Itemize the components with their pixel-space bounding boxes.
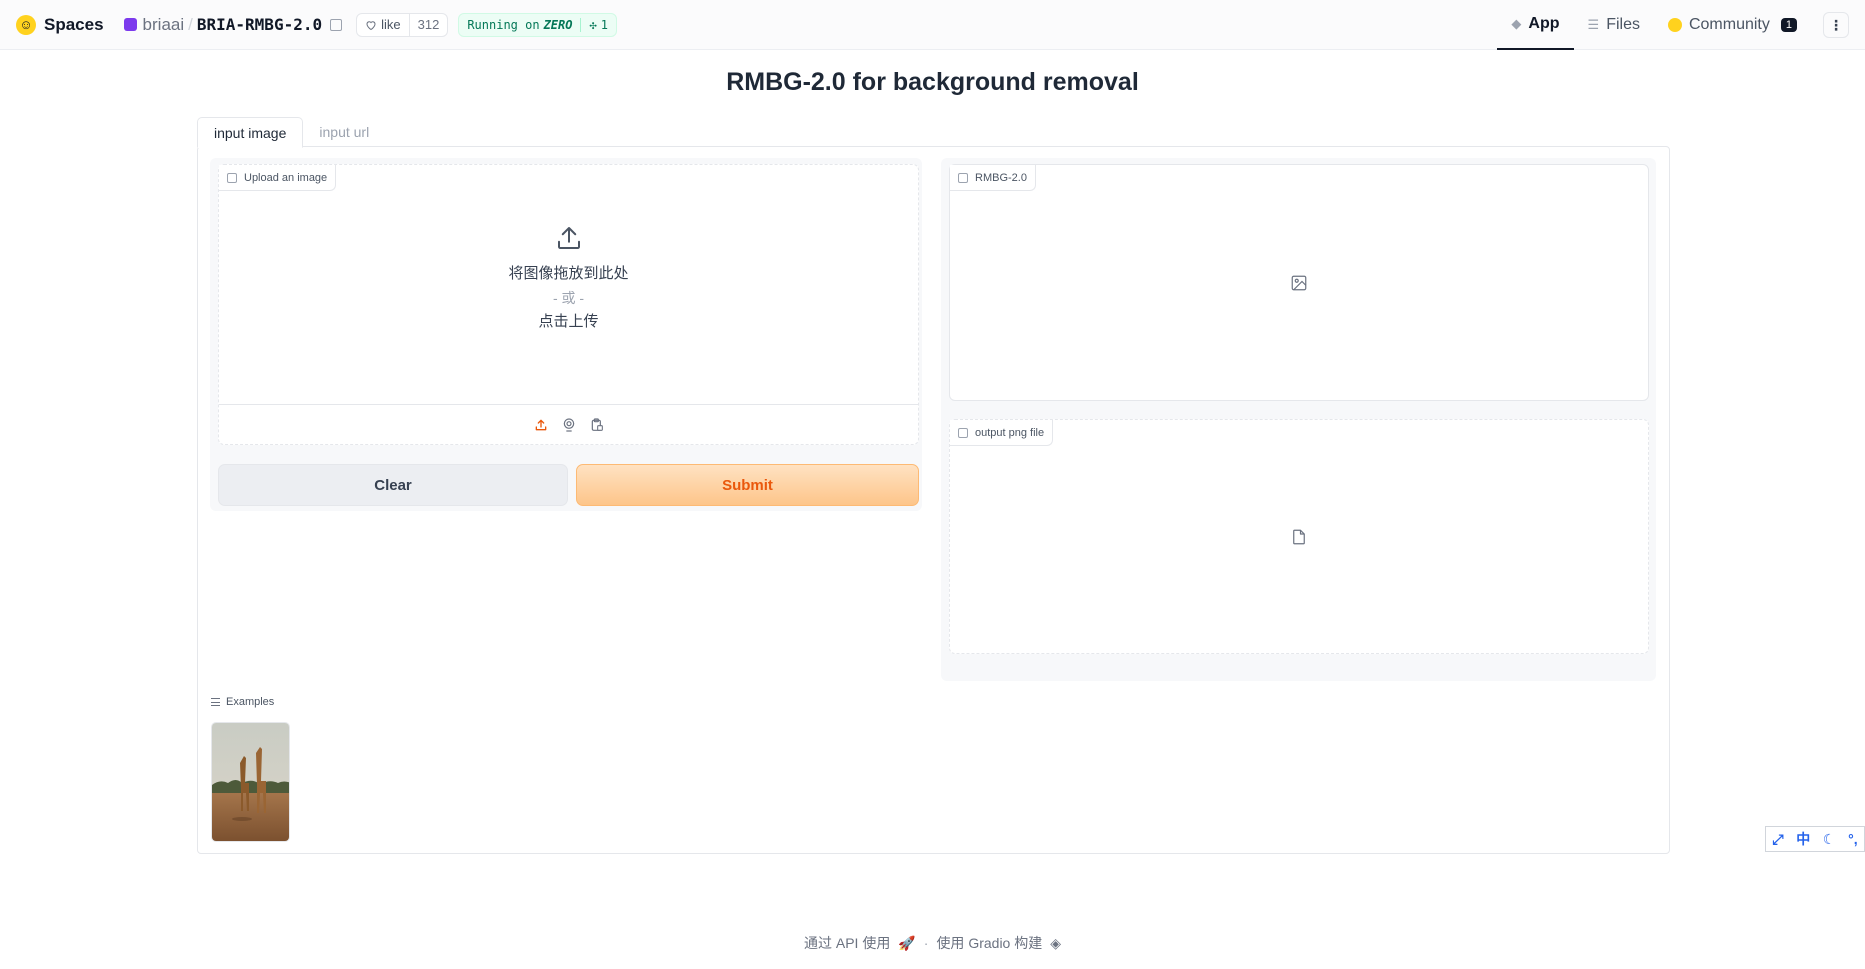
drop-area[interactable]: 将图像拖放到此处 - 或 - 点击上传: [219, 223, 918, 334]
output-file-label: output png file: [950, 420, 1054, 446]
source-selector-bar: [219, 404, 918, 444]
ime-mode-toggle[interactable]: 中: [1796, 829, 1810, 849]
page-title: RMBG-2.0 for background removal: [726, 68, 1139, 96]
running-count: 1: [600, 17, 608, 32]
use-via-api-link[interactable]: 通过 API 使用: [804, 933, 890, 953]
nav-tab-community-label: Community: [1688, 16, 1770, 33]
org-link[interactable]: briaai: [143, 15, 185, 35]
tab-input-image[interactable]: input image: [197, 117, 304, 148]
tab-input-url[interactable]: input url: [303, 116, 385, 147]
output-panel: RMBG-2.0 output png file: [941, 158, 1656, 681]
footer: 通过 API 使用 🚀 · 使用 Gradio 构建 ◈: [0, 933, 1865, 953]
heart-icon: [366, 20, 376, 30]
drop-text: 将图像拖放到此处: [508, 265, 629, 282]
example-giraffe-thumbnail[interactable]: [211, 722, 290, 842]
breadcrumb-separator: /: [188, 14, 193, 34]
org-avatar-icon: [123, 18, 137, 31]
nav-tab-app[interactable]: ◆ App: [1497, 0, 1574, 50]
file-label-icon: [958, 427, 968, 438]
ime-expand-icon[interactable]: ⤢: [1772, 831, 1783, 848]
output-file-label-text: output png file: [975, 426, 1045, 439]
or-text: - 或 -: [552, 290, 585, 306]
output-image: RMBG-2.0: [949, 164, 1649, 401]
upload-label: Upload an image: [219, 165, 337, 191]
input-panel: Upload an image 将图像拖放到此处 - 或 - 点击上传 Clea…: [210, 158, 922, 511]
input-tabs: input image input url: [197, 116, 385, 148]
like-label: like: [381, 17, 401, 32]
image-placeholder-icon: [1291, 275, 1307, 290]
community-icon: [1667, 18, 1682, 32]
giraffe-example-image: [212, 723, 289, 841]
clipboard-icon[interactable]: [589, 417, 605, 433]
community-count-badge: 1: [1780, 18, 1797, 32]
nav-tab-files-label: Files: [1606, 16, 1640, 33]
app-cube-icon: ◆: [1511, 16, 1522, 31]
running-prefix: Running on: [467, 17, 540, 32]
footer-dot: ·: [923, 935, 929, 951]
click-upload-text: 点击上传: [538, 313, 599, 330]
zero-gpu-icon: ✣: [589, 17, 597, 32]
output-file: output png file: [949, 419, 1649, 654]
ime-toolbar: ⤢ 中 ☾ °,: [1765, 826, 1865, 852]
image-label-icon: [227, 172, 237, 183]
nav-tab-files[interactable]: ☰ Files: [1574, 0, 1654, 50]
repo-link[interactable]: BRIA-RMBG-2.0: [197, 15, 322, 34]
clear-button[interactable]: Clear: [218, 464, 568, 506]
breadcrumb: briaai / BRIA-RMBG-2.0: [123, 14, 343, 35]
rocket-icon: 🚀: [898, 934, 916, 951]
like-button[interactable]: like: [357, 14, 409, 36]
space-nav: ◆ App ☰ Files Community 1 ⋮: [1497, 0, 1865, 50]
running-status-badge[interactable]: Running on ZERO ✣ 1: [458, 12, 617, 37]
examples-header: Examples: [211, 696, 274, 708]
huggingface-logo-icon: ☺: [16, 14, 36, 35]
copy-icon[interactable]: [330, 18, 343, 31]
file-placeholder-icon: [1293, 529, 1305, 544]
running-hardware: ZERO: [543, 17, 573, 32]
like-count[interactable]: 312: [408, 13, 448, 36]
output-image-label: RMBG-2.0: [950, 165, 1036, 191]
output-image-label-text: RMBG-2.0: [975, 171, 1027, 184]
nav-tab-community[interactable]: Community 1: [1654, 0, 1811, 50]
more-options-button[interactable]: ⋮: [1823, 12, 1849, 38]
like-widget: like 312: [356, 12, 449, 37]
webcam-icon[interactable]: [561, 417, 577, 433]
ime-punctuation-icon[interactable]: °,: [1848, 831, 1858, 847]
upload-icon[interactable]: [533, 417, 549, 433]
ime-moon-icon[interactable]: ☾: [1823, 831, 1836, 848]
list-icon: [211, 698, 220, 706]
brand-label: Spaces: [44, 14, 104, 34]
image-upload-dropzone[interactable]: Upload an image 将图像拖放到此处 - 或 - 点击上传: [218, 164, 919, 445]
built-with-gradio-link[interactable]: 使用 Gradio 构建: [936, 933, 1042, 953]
top-bar: ☺ Spaces briaai / BRIA-RMBG-2.0 like 312…: [0, 0, 1865, 50]
gradio-logo-icon: ◈: [1050, 934, 1062, 951]
nav-tab-app-label: App: [1528, 15, 1560, 32]
spaces-home-link[interactable]: ☺ Spaces: [16, 14, 104, 35]
files-icon: ☰: [1587, 17, 1600, 32]
examples-label: Examples: [226, 696, 275, 708]
image-label-icon: [958, 172, 968, 183]
submit-button[interactable]: Submit: [576, 464, 919, 506]
running-divider: [580, 17, 582, 32]
upload-arrow-icon: [557, 227, 580, 249]
upload-label-text: Upload an image: [244, 171, 328, 184]
